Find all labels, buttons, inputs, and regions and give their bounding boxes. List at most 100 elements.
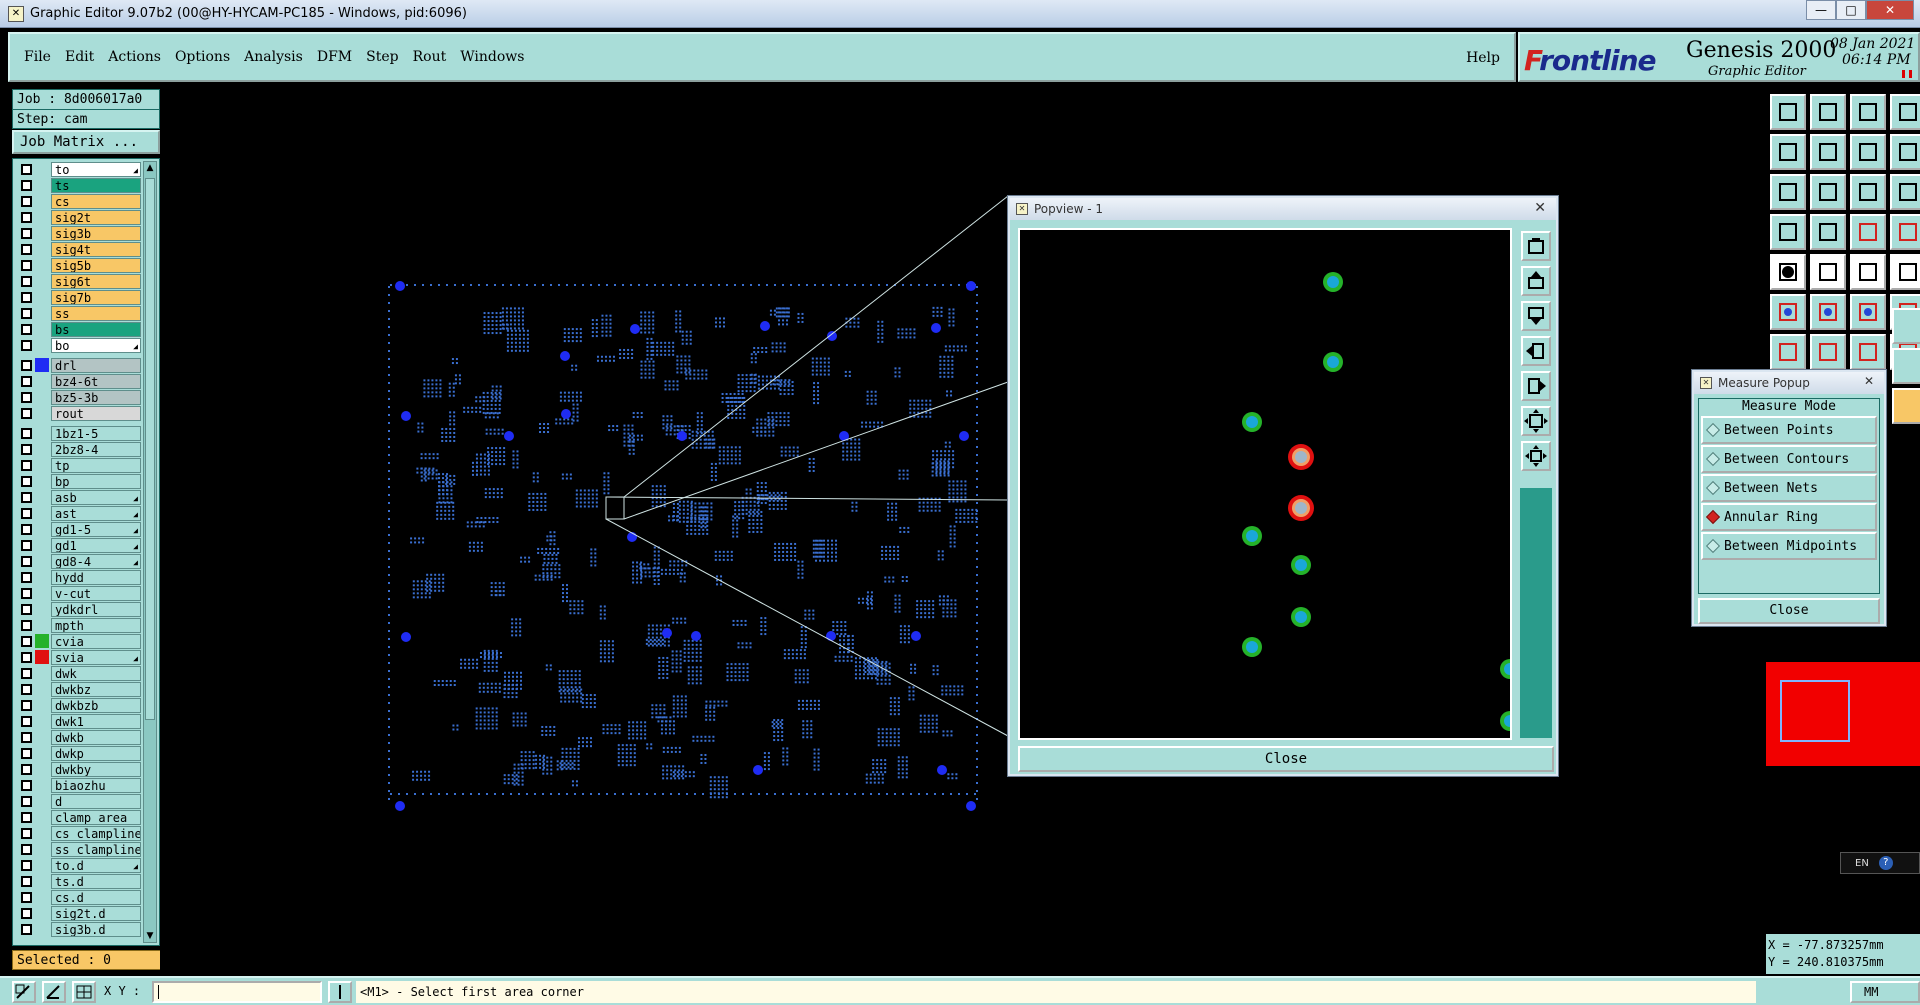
layer-name[interactable]: ast	[51, 505, 141, 521]
layer-name[interactable]: v-cut	[51, 585, 141, 601]
layer-row-hydd[interactable]: hydd	[17, 569, 141, 585]
layer-row-svia[interactable]: svia	[17, 649, 141, 665]
layer-row-dwkby[interactable]: dwkby	[17, 761, 141, 777]
arc-measure-icon[interactable]	[1892, 348, 1920, 384]
layer-name[interactable]: 2bz8-4	[51, 441, 141, 457]
swap-icon[interactable]	[1850, 134, 1886, 170]
layer-checkbox[interactable]	[21, 795, 32, 807]
layer-checkbox[interactable]	[21, 359, 32, 371]
layer-row-sig3b.d[interactable]: sig3b.d	[17, 921, 141, 937]
menu-edit[interactable]: Edit	[65, 49, 94, 65]
layer-scrollbar[interactable]: ▲ ▼	[143, 161, 157, 943]
net-icon[interactable]	[1850, 214, 1886, 250]
layer-checkbox[interactable]	[21, 407, 32, 419]
layer-row-cs.d[interactable]: cs.d	[17, 889, 141, 905]
layer-row-ts[interactable]: ts	[17, 177, 141, 193]
layer-checkbox[interactable]	[21, 555, 32, 567]
layer-row-biaozhu[interactable]: biaozhu	[17, 777, 141, 793]
layer-checkbox[interactable]	[21, 475, 32, 487]
layer-name[interactable]: svia	[51, 649, 141, 665]
menu-rout[interactable]: Rout	[413, 49, 447, 65]
layer-row-mpth[interactable]: mpth	[17, 617, 141, 633]
zoom-fit-icon[interactable]	[1770, 174, 1806, 210]
layer-name[interactable]: ss_clampline	[51, 841, 141, 857]
layer-row-gd1[interactable]: gd1	[17, 537, 141, 553]
layer-row-dwkb[interactable]: dwkb	[17, 729, 141, 745]
layer-row-d[interactable]: d	[17, 793, 141, 809]
layer-up-icon[interactable]	[1770, 94, 1806, 130]
menu-help[interactable]: Help	[1466, 50, 1500, 66]
layer-checkbox[interactable]	[21, 859, 32, 871]
layer-row-sig7b[interactable]: sig7b	[17, 289, 141, 305]
feature-select-icon[interactable]	[1770, 254, 1806, 290]
popview-zoom-area[interactable]	[1018, 228, 1520, 740]
layer-row-gd8-4[interactable]: gd8-4	[17, 553, 141, 569]
layer-name[interactable]: dwkby	[51, 761, 141, 777]
scroll-thumb[interactable]	[145, 178, 155, 720]
layer-name[interactable]: sig2t	[51, 209, 141, 225]
layer-row-drl[interactable]: drl	[17, 357, 141, 373]
layer-checkbox[interactable]	[21, 635, 32, 647]
layer-row-rout[interactable]: rout	[17, 405, 141, 421]
layer-name[interactable]: ts.d	[51, 873, 141, 889]
layer-checkbox[interactable]	[21, 667, 32, 679]
layer-name[interactable]: drl	[51, 357, 141, 373]
arc-point-icon[interactable]	[1850, 294, 1886, 330]
layer-row-cs_clampline[interactable]: cs_clampline	[17, 825, 141, 841]
layer-name[interactable]: sig7b	[51, 289, 141, 305]
layer-row-ast[interactable]: ast	[17, 505, 141, 521]
layer-row-to.d[interactable]: to.d	[17, 857, 141, 873]
layer-down-icon[interactable]	[1810, 94, 1846, 130]
window-close-button[interactable]: ✕	[1866, 0, 1914, 20]
layer-checkbox[interactable]	[21, 875, 32, 887]
layer-row-sig6t[interactable]: sig6t	[17, 273, 141, 289]
diagonal-icon[interactable]	[1810, 334, 1846, 370]
popview-close-icon[interactable]: ✕	[1534, 200, 1546, 216]
pv-pan-right-icon[interactable]	[1521, 371, 1551, 401]
layer-row-clamp_area[interactable]: clamp_area	[17, 809, 141, 825]
layer-checkbox[interactable]	[21, 699, 32, 711]
layer-checkbox[interactable]	[21, 907, 32, 919]
layer-name[interactable]: sig2t.d	[51, 905, 141, 921]
layer-checkbox[interactable]	[21, 507, 32, 519]
layer-row-ss_clampline[interactable]: ss_clampline	[17, 841, 141, 857]
layer-row-ss[interactable]: ss	[17, 305, 141, 321]
layer-row-sig3b[interactable]: sig3b	[17, 225, 141, 241]
pad-icon[interactable]	[1770, 214, 1806, 250]
help-icon[interactable]	[1890, 174, 1920, 210]
layer-checkbox[interactable]	[21, 523, 32, 535]
layer-row-bp[interactable]: bp	[17, 473, 141, 489]
layer-name[interactable]: tp	[51, 457, 141, 473]
layer-name[interactable]: dwkbzb	[51, 697, 141, 713]
layer-checkbox[interactable]	[21, 227, 32, 239]
menu-dfm[interactable]: DFM	[317, 49, 352, 65]
layer-name[interactable]: gd1	[51, 537, 141, 553]
layer-name[interactable]: gd1-5	[51, 521, 141, 537]
move-right-icon[interactable]	[1810, 134, 1846, 170]
snap-tool-icon[interactable]	[12, 981, 36, 1003]
layer-row-bz4-6t[interactable]: bz4-6t	[17, 373, 141, 389]
layer-name[interactable]: dwk1	[51, 713, 141, 729]
layer-checkbox[interactable]	[21, 163, 32, 175]
menu-options[interactable]: Options	[175, 49, 230, 65]
layer-checkbox[interactable]	[21, 715, 32, 727]
layer-name[interactable]: dwkbz	[51, 681, 141, 697]
layer-checkbox[interactable]	[21, 307, 32, 319]
layer-checkbox[interactable]	[21, 179, 32, 191]
layer-row-asb[interactable]: asb	[17, 489, 141, 505]
layer-checkbox[interactable]	[21, 275, 32, 287]
input-mode-button[interactable]	[328, 981, 352, 1003]
layer-row-sig2t[interactable]: sig2t	[17, 209, 141, 225]
ime-help-icon[interactable]: ?	[1878, 856, 1893, 870]
layer-checkbox[interactable]	[21, 731, 32, 743]
cross-icon[interactable]	[1810, 294, 1846, 330]
layer-name[interactable]: dwk	[51, 665, 141, 681]
move-left-icon[interactable]	[1770, 134, 1806, 170]
dot-icon[interactable]	[1890, 254, 1920, 290]
home-icon[interactable]	[1850, 94, 1886, 130]
layer-checkbox[interactable]	[21, 211, 32, 223]
layer-checkbox[interactable]	[21, 779, 32, 791]
menu-analysis[interactable]: Analysis	[244, 49, 303, 65]
layer-checkbox[interactable]	[21, 587, 32, 599]
scale-one-icon[interactable]	[1850, 174, 1886, 210]
